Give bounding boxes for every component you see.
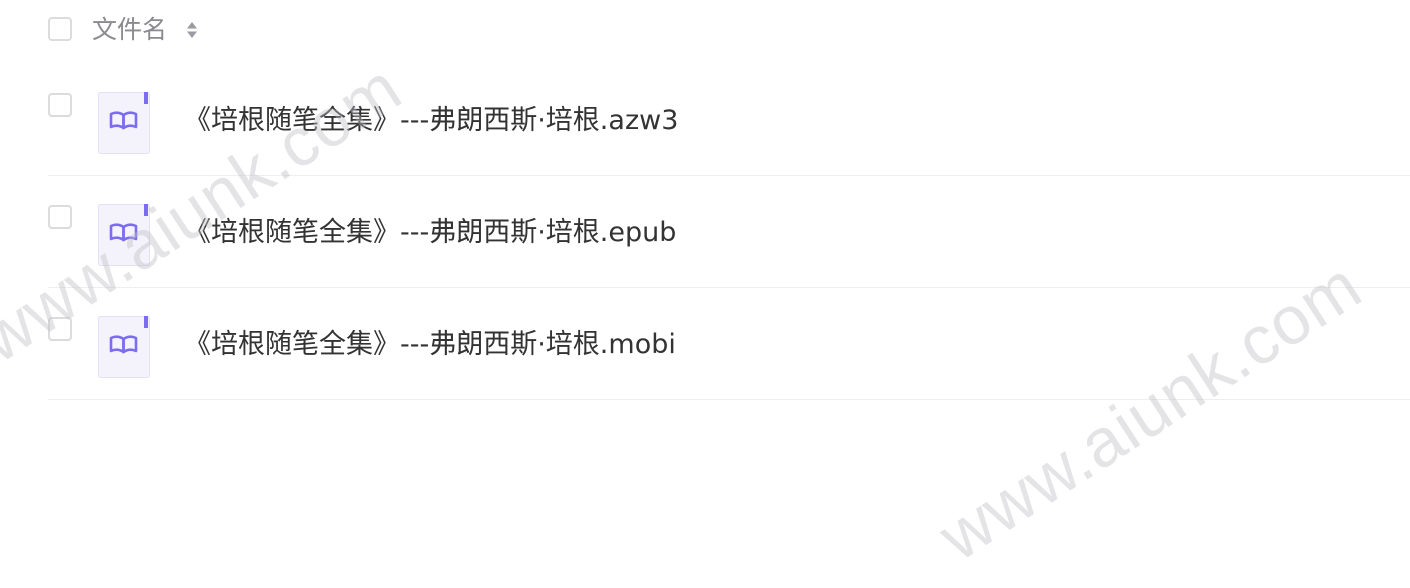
select-all-checkbox[interactable]	[48, 17, 72, 41]
row-checkbox[interactable]	[48, 317, 72, 341]
file-row[interactable]: 《培根随笔全集》---弗朗西斯·培根.azw3	[0, 64, 1410, 176]
file-name[interactable]: 《培根随笔全集》---弗朗西斯·培根.epub	[184, 215, 676, 251]
book-icon	[98, 204, 150, 266]
column-header-filename: 文件名	[92, 15, 168, 44]
file-row[interactable]: 《培根随笔全集》---弗朗西斯·培根.epub	[0, 176, 1410, 288]
sort-up-down-icon[interactable]	[186, 19, 198, 41]
file-row[interactable]: 《培根随笔全集》---弗朗西斯·培根.mobi	[0, 288, 1410, 400]
row-checkbox[interactable]	[48, 93, 72, 117]
row-checkbox[interactable]	[48, 205, 72, 229]
list-header: 文件名	[0, 0, 1410, 62]
file-name[interactable]: 《培根随笔全集》---弗朗西斯·培根.azw3	[184, 103, 678, 139]
file-name[interactable]: 《培根随笔全集》---弗朗西斯·培根.mobi	[184, 327, 676, 363]
book-icon	[98, 92, 150, 154]
file-list: 文件名 《培根随笔全集》---弗朗西斯·培根.azw3 《培根随笔全集》---弗…	[0, 0, 1410, 588]
row-divider	[48, 399, 1410, 400]
book-icon	[98, 316, 150, 378]
